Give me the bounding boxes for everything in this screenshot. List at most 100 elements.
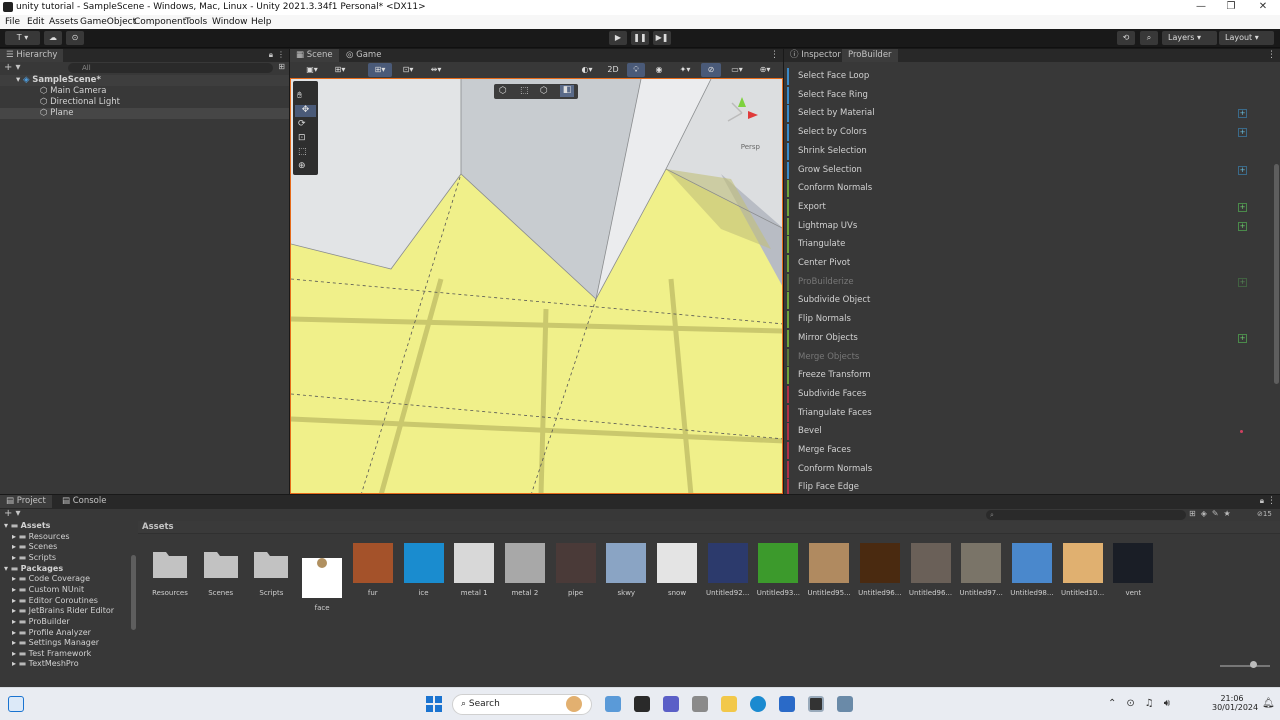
probuilder-action-probuilderize[interactable]: ProBuilderize + bbox=[787, 273, 1257, 291]
search-icon[interactable]: ⌕ bbox=[1140, 31, 1158, 45]
task-view-icon[interactable] bbox=[8, 696, 24, 712]
probuilder-action-triangulate-faces[interactable]: Triangulate Faces bbox=[787, 404, 1257, 422]
menu-file[interactable]: File bbox=[5, 17, 20, 27]
asset-item[interactable]: vent bbox=[1109, 543, 1157, 597]
tree-item-resources[interactable]: ▸ ▬ Resources bbox=[4, 532, 70, 543]
probuilder-action-bevel[interactable]: Bevel bbox=[787, 423, 1257, 441]
probuilder-action-subdivide-object[interactable]: Subdivide Object bbox=[787, 292, 1257, 310]
probuilder-action-conform-normals[interactable]: Conform Normals bbox=[787, 460, 1257, 478]
system-tray-icons[interactable]: ⌃⊙♫🔊︎ bbox=[1108, 698, 1180, 709]
asset-item[interactable]: Resources bbox=[146, 543, 194, 597]
hierarchy-item-directional-light[interactable]: ⬡ Directional Light bbox=[0, 97, 289, 108]
clock[interactable]: 21:06 30/01/2024 bbox=[1212, 694, 1258, 712]
kebab-menu-icon[interactable]: ⋮ bbox=[1267, 50, 1276, 60]
settings-icon[interactable] bbox=[692, 696, 708, 712]
hierarchy-search-input[interactable]: All bbox=[68, 63, 273, 73]
asset-item[interactable]: Untitled92... bbox=[704, 543, 752, 597]
file-explorer-icon[interactable] bbox=[721, 696, 737, 712]
options-plus-icon[interactable]: + bbox=[1238, 277, 1247, 287]
tree-item-probuilder[interactable]: ▸ ▬ ProBuilder bbox=[4, 617, 70, 628]
move-tool-icon[interactable]: ✥ bbox=[295, 105, 316, 117]
menu-help[interactable]: Help bbox=[251, 17, 272, 27]
menu-assets[interactable]: Assets bbox=[49, 17, 78, 27]
options-dot-icon[interactable] bbox=[1240, 430, 1243, 434]
probuilder-action-export[interactable]: Export + bbox=[787, 198, 1257, 216]
asset-item[interactable]: ice bbox=[400, 543, 448, 597]
tree-item-profile-analyzer[interactable]: ▸ ▬ Profile Analyzer bbox=[4, 628, 91, 639]
tree-item-scripts[interactable]: ▸ ▬ Scripts bbox=[4, 553, 56, 564]
audio-toggle[interactable]: ◉ bbox=[649, 63, 669, 77]
menu-component[interactable]: Component bbox=[134, 17, 186, 27]
gizmos-dropdown[interactable]: ⊕▾ bbox=[753, 63, 777, 77]
probuilder-action-conform-normals[interactable]: Conform Normals bbox=[787, 180, 1257, 198]
filter-icon[interactable]: ⊞ bbox=[278, 62, 285, 71]
create-asset-icon[interactable]: + ▾ bbox=[4, 508, 21, 519]
copilot-icon[interactable] bbox=[605, 696, 621, 712]
rotate-tool-icon[interactable]: ⟳ bbox=[298, 119, 306, 129]
asset-item[interactable]: snow bbox=[653, 543, 701, 597]
tree-item-editor-coroutines[interactable]: ▸ ▬ Editor Coroutines bbox=[4, 596, 98, 607]
asset-item[interactable]: Untitled10... bbox=[1059, 543, 1107, 597]
camera-dropdown[interactable]: ▭▾ bbox=[725, 63, 749, 77]
layers-dropdown[interactable]: Layers ▾ bbox=[1162, 31, 1217, 45]
transform-tool-icon[interactable]: ⊕ bbox=[298, 161, 306, 171]
layout-dropdown[interactable]: Layout ▾ bbox=[1219, 31, 1274, 45]
effects-dropdown[interactable]: ✦▾ bbox=[673, 63, 697, 77]
probuilder-action-mirror-objects[interactable]: Mirror Objects + bbox=[787, 329, 1257, 347]
tree-item-scenes[interactable]: ▸ ▬ Scenes bbox=[4, 542, 57, 553]
probuilder-action-freeze-transform[interactable]: Freeze Transform bbox=[787, 367, 1257, 385]
lighting-toggle[interactable]: 💡︎ bbox=[627, 63, 645, 77]
orientation-gizmo[interactable] bbox=[722, 93, 762, 133]
tab-hierarchy[interactable]: ☰ Hierarchy bbox=[0, 49, 64, 62]
asset-item[interactable]: Untitled96... bbox=[907, 543, 955, 597]
face-mode-icon[interactable]: ◧ bbox=[560, 85, 574, 97]
tab-probuilder[interactable]: ProBuilder bbox=[842, 49, 898, 62]
probuilder-action-merge-faces[interactable]: Merge Faces bbox=[787, 442, 1257, 459]
options-plus-icon[interactable]: + bbox=[1238, 165, 1247, 175]
tab-inspector[interactable]: ⓘ Inspector bbox=[784, 49, 847, 62]
step-button[interactable]: ▶❚ bbox=[653, 31, 671, 45]
probuilder-action-flip-normals[interactable]: Flip Normals bbox=[787, 311, 1257, 329]
tree-item-jetbrains-rider-editor[interactable]: ▸ ▬ JetBrains Rider Editor bbox=[4, 606, 114, 617]
asset-item[interactable]: Scenes bbox=[197, 543, 245, 597]
menu-edit[interactable]: Edit bbox=[27, 17, 44, 27]
zoom-slider[interactable] bbox=[1220, 665, 1270, 667]
history-icon[interactable]: ⟲ bbox=[1117, 31, 1135, 45]
account-button[interactable]: T ▾ bbox=[5, 31, 40, 45]
probuilder-action-merge-objects[interactable]: Merge Objects bbox=[787, 348, 1257, 366]
hierarchy-item-main-camera[interactable]: ⬡ Main Camera bbox=[0, 86, 289, 97]
tree-item-packages[interactable]: ▾ ▬ Packages bbox=[4, 564, 63, 575]
menu-window[interactable]: Window bbox=[212, 17, 248, 27]
render-mode-dropdown[interactable]: ⊞▾ bbox=[328, 63, 352, 77]
probuilder-action-flip-face-edge[interactable]: Flip Face Edge bbox=[787, 479, 1257, 494]
notification-bell-icon[interactable]: 🔔︎ bbox=[1262, 698, 1275, 709]
asset-item[interactable]: Untitled97... bbox=[957, 543, 1005, 597]
options-plus-icon[interactable]: + bbox=[1238, 221, 1247, 231]
probuilder-action-select-face-ring[interactable]: Select Face Ring bbox=[787, 86, 1257, 104]
probuilder-action-center-pivot[interactable]: Center Pivot bbox=[787, 255, 1257, 272]
maximize-button[interactable]: ❐ bbox=[1216, 1, 1246, 12]
zoom-slider-handle[interactable] bbox=[1250, 661, 1257, 668]
kebab-menu-icon[interactable]: ⋮ bbox=[770, 50, 779, 60]
asset-item[interactable]: Untitled98... bbox=[1008, 543, 1056, 597]
shading-dropdown[interactable]: ◐▾ bbox=[576, 63, 598, 77]
asset-item[interactable]: Untitled95... bbox=[805, 543, 853, 597]
pause-button[interactable]: ❚❚ bbox=[631, 31, 649, 45]
asset-item[interactable]: face bbox=[298, 543, 346, 612]
app-icon[interactable] bbox=[837, 696, 853, 712]
probuilder-action-grow-selection[interactable]: Grow Selection + bbox=[787, 161, 1257, 179]
asset-item[interactable]: fur bbox=[349, 543, 397, 597]
widgets-icon[interactable] bbox=[634, 696, 650, 712]
scale-tool-icon[interactable]: ⊡ bbox=[298, 133, 306, 143]
probuilder-action-triangulate[interactable]: Triangulate bbox=[787, 236, 1257, 254]
kebab-menu-icon[interactable]: ⋮ bbox=[277, 50, 285, 59]
teams-icon[interactable] bbox=[663, 696, 679, 712]
probuilder-action-lightmap-uvs[interactable]: Lightmap UVs + bbox=[787, 217, 1257, 235]
cloud-icon[interactable]: ☁ bbox=[44, 31, 62, 45]
add-icon[interactable]: + ▾ bbox=[4, 62, 21, 73]
vertex-mode-icon[interactable]: ⬚ bbox=[520, 86, 529, 96]
tree-item-code-coverage[interactable]: ▸ ▬ Code Coverage bbox=[4, 574, 90, 585]
increment-dropdown[interactable]: ⇹▾ bbox=[424, 63, 448, 77]
minimize-button[interactable]: — bbox=[1186, 1, 1216, 12]
options-plus-icon[interactable]: + bbox=[1238, 333, 1247, 343]
